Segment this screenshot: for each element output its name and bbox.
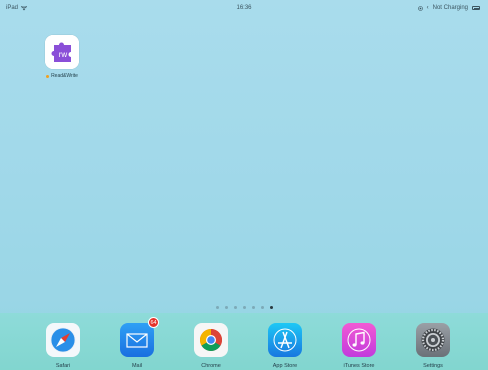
battery-icon xyxy=(472,6,480,10)
settings-icon xyxy=(416,323,450,357)
itunes-store-icon xyxy=(342,323,376,357)
rotation-lock-icon xyxy=(417,5,423,11)
home-screen: iPad 16:36 ‹ Not Charging rw Read&Write … xyxy=(0,0,488,370)
status-time: 16:36 xyxy=(236,5,252,11)
page-dot xyxy=(233,306,237,309)
app-label: Mail xyxy=(131,363,143,369)
app-label: Safari xyxy=(55,363,71,369)
unread-badge: 64 xyxy=(148,317,159,328)
page-dot-active xyxy=(269,306,273,309)
svg-text:rw: rw xyxy=(59,50,68,59)
page-dot xyxy=(260,306,264,309)
dock-app-safari[interactable]: Safari xyxy=(42,323,84,369)
status-right: ‹ Not Charging xyxy=(417,5,480,11)
dock-app-mail[interactable]: 64 Mail xyxy=(116,317,159,369)
bluetooth-icon: ‹ xyxy=(426,5,429,11)
status-bar: iPad 16:36 ‹ Not Charging xyxy=(0,0,488,16)
page-dot xyxy=(242,306,246,309)
app-label: Chrome xyxy=(201,363,221,369)
page-dot xyxy=(224,306,228,309)
app-store-icon xyxy=(268,323,302,357)
page-dot xyxy=(215,306,219,309)
app-label: iTunes Store xyxy=(343,363,375,369)
app-read-write[interactable]: rw Read&Write xyxy=(42,35,82,79)
app-label: App Store xyxy=(272,363,298,369)
mail-icon: 64 xyxy=(120,317,159,357)
dock-app-settings[interactable]: Settings xyxy=(412,323,454,369)
read-write-icon: rw xyxy=(45,35,79,69)
dock: Safari 64 Mail Chrome App Store iTunes S… xyxy=(0,313,488,370)
app-label: Settings xyxy=(423,363,443,369)
page-indicator[interactable] xyxy=(0,306,488,309)
dock-app-app-store[interactable]: App Store xyxy=(264,323,306,369)
dock-app-itunes-store[interactable]: iTunes Store xyxy=(338,323,380,369)
dock-app-chrome[interactable]: Chrome xyxy=(190,323,232,369)
safari-icon xyxy=(46,323,80,357)
chrome-icon xyxy=(194,323,228,357)
new-app-dot-icon xyxy=(46,74,50,78)
page-dot xyxy=(251,306,255,309)
app-label: Read&Write xyxy=(42,73,82,79)
app-label-text: Read&Write xyxy=(51,73,78,79)
charging-status: Not Charging xyxy=(432,5,468,11)
